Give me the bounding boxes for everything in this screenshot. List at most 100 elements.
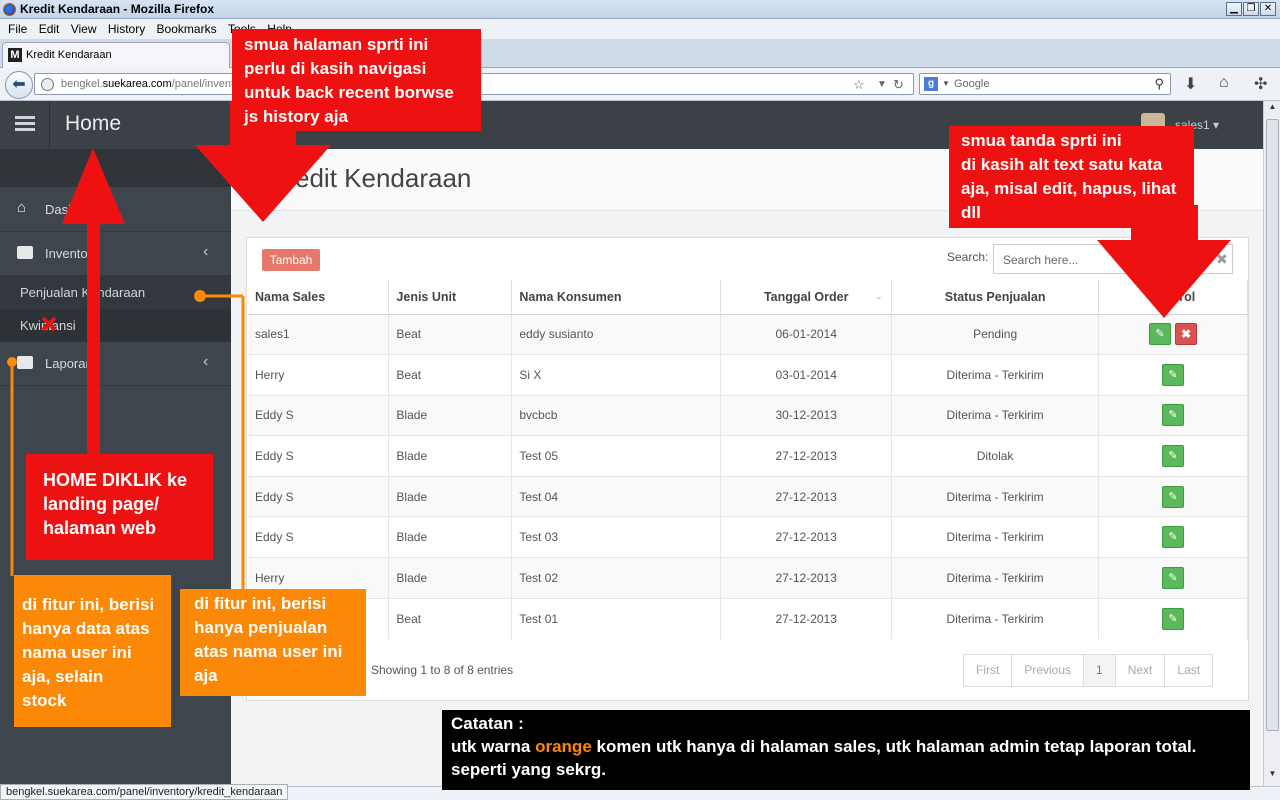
sidebar-item-label: Inventory [45, 246, 99, 261]
pagination-previous[interactable]: Previous [1012, 655, 1085, 686]
table-cell-unit: Blade [388, 394, 513, 436]
edit-pencil-icon[interactable]: ✎ [1162, 485, 1185, 508]
menu-bookmarks[interactable]: Bookmarks [157, 22, 217, 36]
edit-pencil-icon[interactable]: ✎ [1162, 526, 1185, 549]
sidebar-item-label: Penjualan Kendaraan [20, 285, 146, 300]
menu-history[interactable]: History [108, 22, 145, 36]
menu-view[interactable]: View [71, 22, 97, 36]
table-cell-konsumen: Test 05 [511, 435, 722, 477]
table-cell-kontrol: ✎ [1098, 475, 1248, 517]
magnifier-icon[interactable]: ⚲ [1154, 76, 1164, 92]
annotation-penjualan: di fitur ini, berisi hanya penjualan ata… [180, 589, 366, 696]
pagination-first[interactable]: First [964, 655, 1013, 686]
home-link[interactable]: Home [65, 112, 121, 136]
table-row: Eddy S Blade Test 04 27-12-2013 Diterima - T… [248, 475, 1248, 517]
table-cell-status: Diterima - Terkirim [891, 394, 1100, 436]
home-icon: ⌂ [17, 199, 27, 216]
table-cell-status: Pending [891, 313, 1100, 355]
scroll-down-icon[interactable]: ▼ [1265, 769, 1280, 784]
column-header[interactable]: Nama Sales [248, 280, 390, 315]
scroll-thumb[interactable] [1266, 119, 1279, 731]
column-header[interactable]: Jenis Unit [388, 280, 513, 315]
catatan-line: seperti yang sekrg. [451, 760, 606, 779]
bookmark-star-icon[interactable]: ☆ [853, 77, 865, 93]
firefox-logo-icon [3, 3, 16, 16]
table-cell-status: Diterima - Terkirim [891, 516, 1100, 558]
sidebar-item-label: Dashboard [45, 202, 109, 217]
edit-pencil-icon[interactable]: ✎ [1149, 323, 1172, 346]
chevron-left-icon: ‹ [203, 243, 209, 260]
sidebar-item-label: Laporan [45, 356, 93, 371]
pagination-page[interactable]: 1 [1084, 655, 1116, 686]
edit-pencil-icon[interactable]: ✎ [1162, 566, 1185, 589]
edit-pencil-icon[interactable]: ✎ [1162, 363, 1185, 386]
sales-table: Nama Sales Jenis Unit Nama Konsumen Tang… [248, 280, 1248, 639]
sidebar-item-laporan[interactable]: Laporan ‹ [0, 342, 231, 386]
table-cell-tanggal: 03-01-2014 [720, 354, 893, 396]
clear-search-icon[interactable]: ✖ [1216, 251, 1228, 268]
table-cell-kontrol: ✎ [1098, 516, 1248, 558]
pagination-next[interactable]: Next [1116, 655, 1166, 686]
table-cell-sales: Eddy S [248, 475, 390, 517]
back-arrow-icon[interactable]: ⬅ [5, 71, 33, 99]
minimize-button[interactable]: ▁ [1226, 2, 1242, 16]
table-cell-status: Diterima - Terkirim [891, 597, 1100, 639]
menu-file[interactable]: File [8, 22, 27, 36]
hamburger-menu-icon[interactable] [15, 116, 35, 132]
table-row: Eddy S Blade bvcbcb 30-12-2013 Diterima - Te… [248, 394, 1248, 436]
table-cell-sales: sales1 [248, 313, 390, 355]
table-info: Showing 1 to 8 of 8 entries [371, 663, 514, 677]
table-header-row: Nama Sales Jenis Unit Nama Konsumen Tang… [248, 280, 1248, 315]
maximize-button[interactable]: ❐ [1243, 2, 1259, 16]
sidebar-item-label: Kwintansi [20, 318, 76, 333]
engine-dropdown-icon[interactable]: ▼ [942, 79, 950, 88]
table-cell-konsumen: Test 01 [511, 597, 722, 639]
table-cell-konsumen: Test 04 [511, 475, 722, 517]
status-url: bengkel.suekarea.com/panel/inventory/kre… [0, 784, 289, 800]
sidebar-item-dashboard[interactable]: ⌂ Dashboard [0, 188, 231, 232]
search-engine-box[interactable]: g ▼ Google ⚲ [919, 73, 1171, 95]
table-cell-status: Diterima - Terkirim [891, 475, 1100, 517]
scroll-up-icon[interactable]: ▲ [1265, 102, 1280, 117]
annotation-catatan: Catatan : utk warna orange komen utk han… [442, 710, 1250, 790]
vertical-scrollbar[interactable]: ▲ ▼ [1263, 101, 1280, 786]
search-placeholder: Search here... [1003, 253, 1079, 267]
search-input[interactable]: Search here... ✖ [993, 244, 1233, 274]
table-cell-status: Diterima - Terkirim [891, 354, 1100, 396]
menubar: File Edit View History Bookmarks Tools H… [0, 19, 1280, 39]
column-header[interactable]: Status Penjualan [891, 280, 1100, 315]
tab-title: Kredit Kendaraan [26, 49, 112, 61]
download-icon[interactable]: ⬇ [1184, 74, 1197, 94]
table-row: Eddy S Blade Test 03 27-12-2013 Diterima - T… [248, 516, 1248, 558]
browser-tab[interactable]: M Kredit Kendaraan [2, 42, 230, 68]
edit-pencil-icon[interactable]: ✎ [1162, 404, 1185, 427]
column-header[interactable]: Tanggal Order [720, 280, 893, 315]
home-browser-icon[interactable]: ⌂ [1219, 74, 1229, 92]
table-cell-kontrol: ✎ [1098, 597, 1248, 639]
window-title: Kredit Kendaraan - Mozilla Firefox [20, 2, 215, 16]
reload-icon[interactable]: ↻ [893, 77, 904, 93]
annotation-navigation: smua halaman sprti ini perlu di kasih na… [232, 29, 481, 131]
chevron-left-icon: ‹ [203, 353, 209, 370]
add-button[interactable]: Tambah [262, 249, 320, 271]
column-header[interactable]: Nama Konsumen [511, 280, 722, 315]
annotation-home-link: HOME DIKLIK ke landing page/ halaman web [26, 454, 213, 560]
table-cell-konsumen: bvcbcb [511, 394, 722, 436]
folder-icon [17, 356, 33, 369]
pagination-last[interactable]: Last [1165, 655, 1212, 686]
sidebar-subitem-kwitansi[interactable]: Kwintansi [0, 309, 231, 342]
table-cell-unit: Blade [388, 475, 513, 517]
edit-pencil-icon[interactable]: ✎ [1162, 607, 1185, 630]
sidebar-subitem-penjualan[interactable]: Penjualan Kendaraan [0, 276, 231, 309]
close-window-button[interactable]: ✕ [1260, 2, 1276, 16]
sort-chevron-icon[interactable]: ⌄ [875, 291, 883, 302]
dropdown-arrow-icon[interactable]: ▼ [877, 79, 887, 90]
delete-x-icon[interactable]: ✖ [1175, 323, 1198, 346]
table-cell-sales: Eddy S [248, 516, 390, 558]
edit-pencil-icon[interactable]: ✎ [1162, 445, 1185, 468]
table-cell-kontrol: ✎ [1098, 557, 1248, 599]
addon-icon[interactable]: ✣ [1254, 74, 1267, 94]
sidebar-item-inventory[interactable]: Inventory ‹ [0, 232, 231, 276]
annotation-laporan: di fitur ini, berisi hanya data atas nam… [14, 575, 171, 727]
menu-edit[interactable]: Edit [39, 22, 60, 36]
